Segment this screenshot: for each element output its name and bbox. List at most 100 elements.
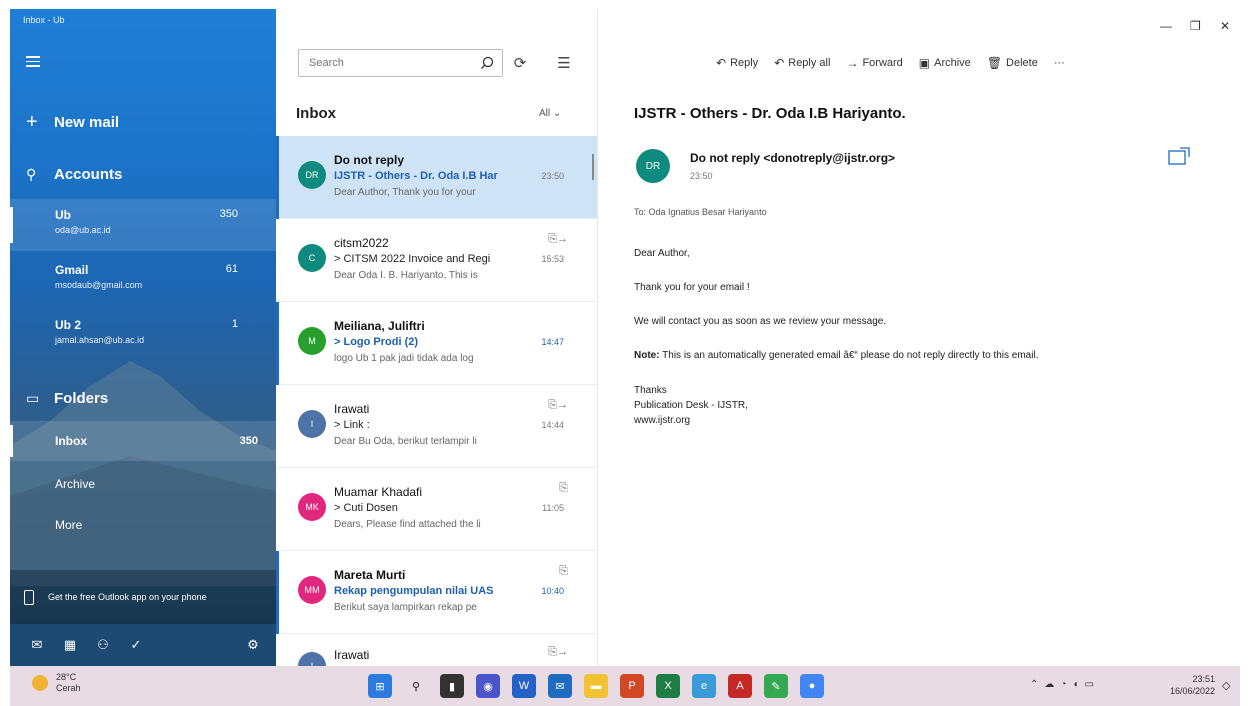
- chrome-icon[interactable]: ●: [800, 674, 824, 698]
- filter-list-icon[interactable]: ☰: [554, 53, 574, 73]
- scrollbar-thumb[interactable]: [592, 154, 594, 180]
- notification-icon[interactable]: ◇: [1222, 679, 1230, 692]
- search-icon[interactable]: ⚲: [404, 674, 428, 698]
- word-icon[interactable]: W: [512, 674, 536, 698]
- accounts-label: Accounts: [54, 165, 123, 183]
- body-note: Note: This is an automatically generated…: [634, 349, 1224, 363]
- new-mail-button[interactable]: + New mail: [10, 105, 276, 139]
- signature-line: Thanks: [634, 385, 667, 396]
- excel-icon[interactable]: X: [656, 674, 680, 698]
- weather-sun-icon: [32, 675, 48, 691]
- archive-button[interactable]: ▣ Archive: [919, 56, 971, 70]
- wifi-icon[interactable]: ◔: [1060, 679, 1066, 690]
- message-item[interactable]: I Irawati > Link : Dear Bu Oda, berikut …: [276, 385, 597, 468]
- message-subject-heading: IJSTR - Others - Dr. Oda I.B Hariyanto.: [634, 105, 906, 122]
- filter-dropdown[interactable]: All ⌄: [539, 108, 561, 119]
- file-explorer-icon[interactable]: ▬: [584, 674, 608, 698]
- reply-button[interactable]: ↶ Reply: [716, 56, 758, 70]
- message-timestamp: 23:50: [690, 171, 713, 181]
- reply-icon: ↶: [716, 56, 727, 70]
- folder-title: Inbox: [296, 105, 336, 122]
- window-title: Inbox - Ub: [23, 15, 65, 25]
- avatar: MM: [298, 576, 326, 604]
- delete-button[interactable]: 🗑 Delete: [987, 56, 1038, 70]
- accounts-header[interactable]: ⚲ Accounts: [10, 159, 276, 189]
- new-mail-label: New mail: [54, 113, 120, 131]
- reply-all-button[interactable]: ↶ Reply all: [774, 56, 830, 70]
- message-item[interactable]: DR Do not reply IJSTR - Others - Dr. Oda…: [276, 136, 597, 219]
- close-icon[interactable]: ✕: [1220, 19, 1230, 33]
- minimize-icon[interactable]: —: [1160, 19, 1172, 33]
- start-windows-icon[interactable]: ⊞: [368, 674, 392, 698]
- open-in-new-window-icon[interactable]: [1168, 147, 1190, 165]
- battery-icon[interactable]: ▭: [1084, 679, 1093, 690]
- outlook-app-promo[interactable]: Get the free Outlook app on your phone: [10, 570, 276, 624]
- todo-icon[interactable]: ✓: [123, 632, 149, 658]
- folder-item-inbox[interactable]: Inbox 350: [10, 421, 276, 461]
- restore-icon[interactable]: ❐: [1190, 19, 1201, 33]
- settings-gear-icon[interactable]: ⚙: [240, 632, 266, 658]
- message-body: Dear Author, Thank you for your email ! …: [634, 247, 1224, 428]
- account-email: oda@ub.ac.id: [55, 225, 111, 235]
- cloud-icon[interactable]: ☁: [1044, 679, 1054, 690]
- attachment-icon: ⎘: [559, 565, 568, 577]
- account-item-gmail[interactable]: Gmail msodaub@gmail.com 61: [10, 254, 276, 306]
- taskbar-clock[interactable]: 23:51 16/06/2022: [1170, 673, 1215, 697]
- delete-label: Delete: [1006, 57, 1038, 69]
- clock-time: 23:51: [1192, 674, 1216, 684]
- message-item[interactable]: MK Muamar Khadafi > Cuti Dosen Dears, Pl…: [276, 468, 597, 551]
- message-subject: > Link :: [334, 419, 370, 431]
- people-icon[interactable]: ⚇: [90, 632, 116, 658]
- recipient-line: To: Oda Ignatius Besar Hariyanto: [634, 207, 767, 217]
- account-item-ub[interactable]: Ub oda@ub.ac.id 350: [10, 199, 276, 251]
- folder-name: Inbox: [55, 434, 87, 448]
- weather-widget[interactable]: 28°C Cerah: [32, 672, 81, 694]
- volume-icon[interactable]: ◖: [1072, 679, 1078, 690]
- powerpoint-icon[interactable]: P: [620, 674, 644, 698]
- chevron-up-icon[interactable]: ⌃: [1030, 679, 1038, 690]
- weather-temperature: 28°C: [56, 672, 77, 682]
- more-label: ···: [1053, 57, 1065, 69]
- account-unread-count: 350: [219, 208, 238, 220]
- message-item[interactable]: MM Mareta Murti Rekap pengumpulan nilai …: [276, 551, 597, 634]
- edge-icon[interactable]: e: [692, 674, 716, 698]
- folder-item-more[interactable]: More: [10, 505, 276, 545]
- promo-text: Get the free Outlook app on your phone: [48, 591, 207, 602]
- signature-link[interactable]: www.ijstr.org: [634, 413, 1224, 428]
- sender-address[interactable]: Do not reply <donotreply@ijstr.org>: [690, 151, 895, 165]
- task-view-icon[interactable]: ▮: [440, 674, 464, 698]
- weather-description: Cerah: [56, 683, 81, 693]
- search-input[interactable]: [309, 57, 469, 69]
- avatar: M: [298, 327, 326, 355]
- sync-icon[interactable]: ⟳: [510, 53, 530, 73]
- message-item[interactable]: M Meiliana, Juliftri > Logo Prodi (2) lo…: [276, 302, 597, 385]
- folders-header[interactable]: ▭ Folders: [10, 383, 276, 413]
- more-actions-button[interactable]: ···: [1054, 57, 1065, 69]
- forward-button[interactable]: → Forward: [846, 56, 902, 70]
- message-time: 15:53: [541, 254, 564, 264]
- message-toolbar: ↶ Reply ↶ Reply all → Forward ▣ Archive 🗑 Del…: [716, 56, 1081, 70]
- message-subject: > CITSM 2022 Invoice and Regi: [334, 253, 491, 265]
- search-box[interactable]: [298, 49, 503, 77]
- message-preview: Dear Bu Oda, berikut terlampir li: [334, 436, 477, 447]
- account-item-ub2[interactable]: Ub 2 jamal.ahsan@ub.ac.id 1: [10, 309, 276, 361]
- mail-app-icon[interactable]: ✉: [548, 674, 572, 698]
- chat-icon[interactable]: ◉: [476, 674, 500, 698]
- message-preview: Dears, Please find attached the li: [334, 519, 481, 530]
- message-item[interactable]: I Irawati ⎘→: [276, 634, 597, 666]
- message-time: 23:50: [541, 171, 564, 181]
- mail-icon[interactable]: ✉: [24, 632, 50, 658]
- message-item[interactable]: C citsm2022 > CITSM 2022 Invoice and Reg…: [276, 219, 597, 302]
- message-sender: Irawati: [334, 648, 370, 662]
- selection-indicator: [10, 207, 13, 243]
- message-sender: Muamar Khadafi: [334, 485, 423, 499]
- acrobat-icon[interactable]: A: [728, 674, 752, 698]
- paint-icon[interactable]: ✎: [764, 674, 788, 698]
- calendar-icon[interactable]: ▦: [57, 632, 83, 658]
- hamburger-menu-icon[interactable]: [26, 56, 40, 67]
- message-preview: Dear Author, Thank you for your: [334, 187, 476, 198]
- message-preview: Berikut saya lampirkan rekap pe: [334, 602, 477, 613]
- folder-item-archive[interactable]: Archive: [10, 464, 276, 504]
- search-icon[interactable]: [480, 56, 494, 70]
- archive-icon: ▣: [918, 56, 931, 70]
